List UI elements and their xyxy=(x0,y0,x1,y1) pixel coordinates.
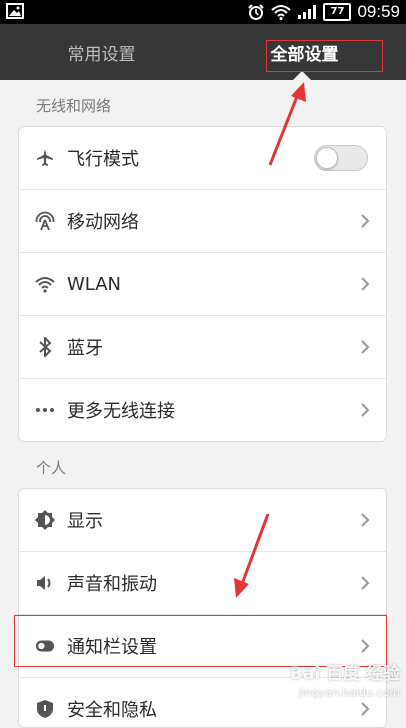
chevron-right-icon xyxy=(361,214,370,228)
chevron-right-icon xyxy=(361,702,370,716)
chevron-right-icon xyxy=(361,513,370,527)
bluetooth-icon xyxy=(35,337,55,357)
status-clock: 09:59 xyxy=(357,2,400,21)
settings-row-bluetooth[interactable]: 蓝牙 xyxy=(19,316,386,379)
settings-row-label: 显示 xyxy=(67,511,103,532)
watermark-brand: Bai 百度 经验 xyxy=(289,664,400,684)
settings-row-label: 移动网络 xyxy=(67,212,139,233)
airplane-mode-toggle[interactable] xyxy=(314,145,368,171)
settings-row-label: 蓝牙 xyxy=(67,338,103,359)
settings-row-airplane-mode[interactable]: 飞行模式 xyxy=(19,127,386,190)
wireless-network-card: 飞行模式 移动网络 WLAN 蓝牙 更多无线连接 xyxy=(18,126,387,442)
brightness-icon xyxy=(35,510,55,530)
alarm-icon xyxy=(248,4,265,20)
settings-row-label: 更多无线连接 xyxy=(67,401,175,422)
gallery-notification-icon xyxy=(6,3,24,19)
wifi-status-icon xyxy=(271,5,292,20)
tab-common-settings[interactable]: 常用设置 xyxy=(0,24,203,80)
settings-row-mobile-network[interactable]: 移动网络 xyxy=(19,190,386,253)
highlight-box-all-settings-tab xyxy=(266,40,383,72)
settings-row-label: WLAN xyxy=(67,273,122,295)
annotation-arrow-down-icon xyxy=(234,513,270,598)
chevron-right-icon xyxy=(361,576,370,590)
baidu-jingyan-watermark: Bai 百度 经验 jingyan.baidu.com xyxy=(290,659,400,699)
watermark-url: jingyan.baidu.com xyxy=(298,686,400,699)
status-bar: 77 09:59 xyxy=(0,0,406,24)
annotation-arrow-up-icon xyxy=(268,82,306,166)
battery-indicator: 77 xyxy=(323,3,352,21)
shield-icon xyxy=(35,699,55,719)
mobile-network-icon xyxy=(35,211,55,231)
section-title-wireless: 无线和网络 xyxy=(36,97,112,115)
speaker-icon xyxy=(35,573,55,593)
chevron-right-icon xyxy=(361,403,370,417)
settings-row-label: 安全和隐私 xyxy=(67,700,157,721)
more-dots-icon xyxy=(35,400,55,420)
settings-row-sound[interactable]: 声音和振动 xyxy=(19,552,386,615)
wifi-icon xyxy=(35,274,55,294)
settings-row-more-wireless[interactable]: 更多无线连接 xyxy=(19,379,386,441)
chevron-right-icon xyxy=(361,277,370,291)
airplane-icon xyxy=(35,148,55,168)
section-title-personal: 个人 xyxy=(36,459,67,477)
settings-row-display[interactable]: 显示 xyxy=(19,489,386,552)
signal-strength-icon xyxy=(298,5,317,19)
settings-row-wlan[interactable]: WLAN xyxy=(19,253,386,316)
toggle-knob xyxy=(316,147,338,169)
settings-row-label: 声音和振动 xyxy=(67,574,157,595)
chevron-right-icon xyxy=(361,340,370,354)
active-tab-indicator xyxy=(293,71,311,80)
